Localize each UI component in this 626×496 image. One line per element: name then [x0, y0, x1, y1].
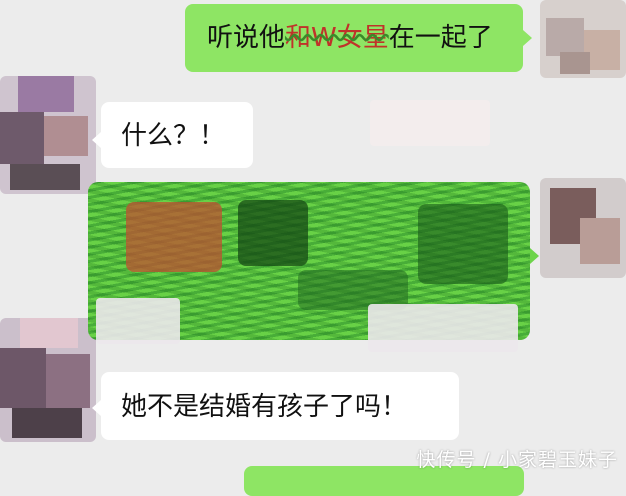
bubble-tail	[523, 30, 532, 46]
censor-scribble-dark	[238, 200, 308, 266]
message-bubble-received[interactable]: 她不是结婚有孩子了吗！	[101, 372, 459, 440]
watermark-text: 快传号 / 小家碧玉妹子	[416, 449, 618, 471]
avatar-pixel-block	[12, 408, 82, 438]
avatar-pixel-block	[46, 354, 90, 408]
avatar-pixel-block	[0, 348, 46, 408]
blurred-block	[368, 304, 518, 352]
censored-name-scribble: 和W女星	[285, 23, 389, 53]
contact-avatar-right-top[interactable]	[540, 0, 626, 78]
message-text-after: 在一起了	[388, 23, 493, 53]
avatar-pixel-block	[18, 76, 74, 112]
contact-avatar-right-middle[interactable]	[540, 178, 626, 278]
avatar-pixel-block	[20, 318, 78, 348]
message-text: 什么？！	[121, 121, 226, 151]
contact-avatar-left-upper[interactable]	[0, 76, 96, 194]
avatar-pixel-block	[0, 112, 44, 164]
avatar-pixel-block	[10, 164, 80, 190]
message-text-before: 听说他	[207, 23, 286, 53]
avatar-pixel-block	[44, 116, 88, 156]
avatar-pixel-block	[546, 18, 584, 56]
blurred-block	[370, 100, 490, 146]
contact-avatar-left-lower[interactable]	[0, 318, 96, 442]
avatar-pixel-block	[560, 52, 590, 74]
bubble-tail	[92, 400, 101, 416]
message-bubble-sent[interactable]: 听说他和W女星在一起了	[185, 4, 523, 72]
bubble-tail	[92, 132, 101, 148]
message-text: 听说他和W女星在一起了	[207, 23, 493, 53]
message-text: 她不是结婚有孩子了吗！	[121, 392, 408, 422]
avatar-pixel-block	[580, 218, 620, 264]
censor-scribble-red	[126, 202, 222, 272]
message-bubble-received[interactable]: 什么？！	[101, 102, 253, 168]
blurred-block	[96, 298, 180, 344]
bubble-tail	[530, 248, 539, 264]
censor-scribble-dark	[418, 204, 508, 284]
